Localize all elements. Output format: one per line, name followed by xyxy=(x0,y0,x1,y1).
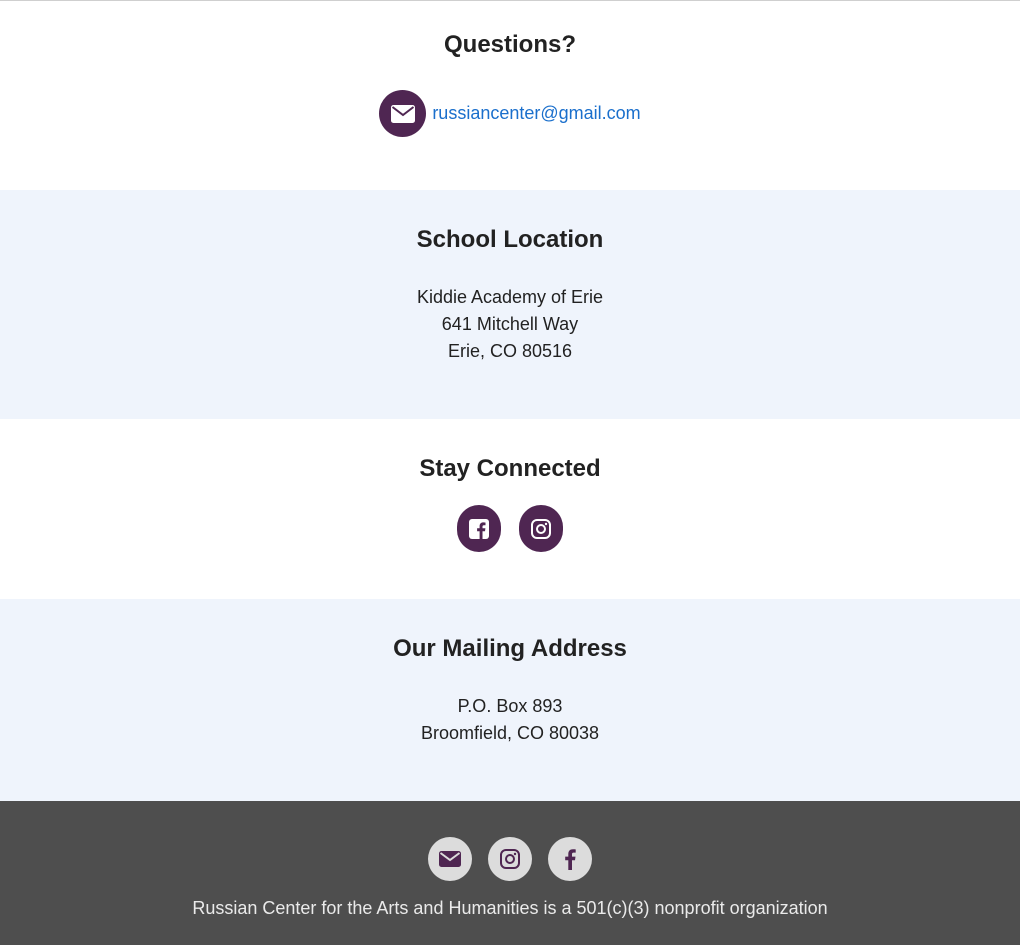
footer-nonprofit-text: Russian Center for the Arts and Humaniti… xyxy=(192,898,828,918)
social-links xyxy=(0,505,1020,552)
mailing-address-section: Our Mailing Address P.O. Box 893 Broomfi… xyxy=(0,599,1020,801)
stay-connected-title: Stay Connected xyxy=(419,455,601,482)
school-address-line: Erie, CO 80516 xyxy=(447,341,573,361)
school-address-line: Kiddie Academy of Erie xyxy=(416,287,604,307)
site-footer: Russian Center for the Arts and Humaniti… xyxy=(0,801,1020,945)
mailing-address-line: P.O. Box 893 xyxy=(457,696,563,716)
email-link[interactable]: russiancenter@gmail.com xyxy=(432,90,640,137)
facebook-icon[interactable] xyxy=(548,837,592,881)
school-address-line: 641 Mitchell Way xyxy=(441,314,579,334)
mailing-address-title: Our Mailing Address xyxy=(393,635,627,662)
envelope-icon[interactable] xyxy=(428,837,472,881)
school-location-section: School Location Kiddie Academy of Erie 6… xyxy=(0,190,1020,419)
questions-title: Questions? xyxy=(443,31,576,58)
email-contact-row: russiancenter@gmail.com xyxy=(0,90,1020,137)
envelope-icon[interactable] xyxy=(379,90,427,137)
footer-social-links xyxy=(0,837,1020,881)
school-address: Kiddie Academy of Erie 641 Mitchell Way … xyxy=(0,284,1020,365)
mailing-address-line: Broomfield, CO 80038 xyxy=(420,723,600,743)
instagram-icon[interactable] xyxy=(519,505,563,552)
facebook-square-icon[interactable] xyxy=(457,505,501,552)
stay-connected-section: Stay Connected xyxy=(0,419,1020,599)
school-location-title: School Location xyxy=(416,226,604,253)
instagram-icon[interactable] xyxy=(488,837,532,881)
questions-section: Questions? russiancenter@gmail.com xyxy=(0,1,1020,190)
mailing-address: P.O. Box 893 Broomfield, CO 80038 xyxy=(0,693,1020,747)
